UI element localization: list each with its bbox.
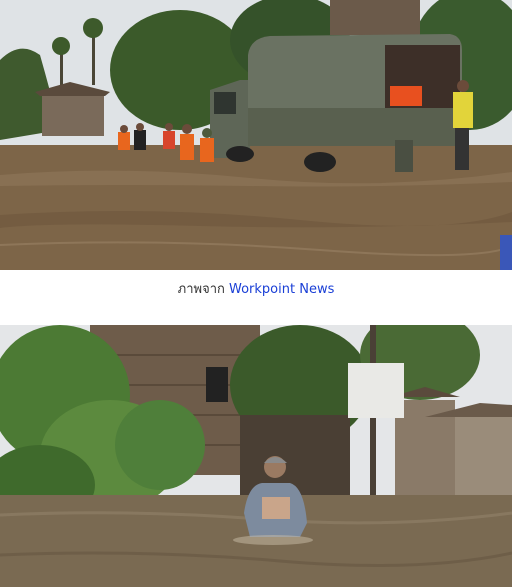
flood-woman-illustration xyxy=(0,325,512,587)
flood-truck-illustration xyxy=(0,0,512,270)
photo-caption: ภาพจาก Workpoint News xyxy=(0,279,512,301)
photo-flood-truck xyxy=(0,0,512,270)
source-link[interactable]: Workpoint News xyxy=(229,282,334,297)
photo-flood-woman xyxy=(0,325,512,587)
caption-prefix: ภาพจาก xyxy=(177,282,225,297)
